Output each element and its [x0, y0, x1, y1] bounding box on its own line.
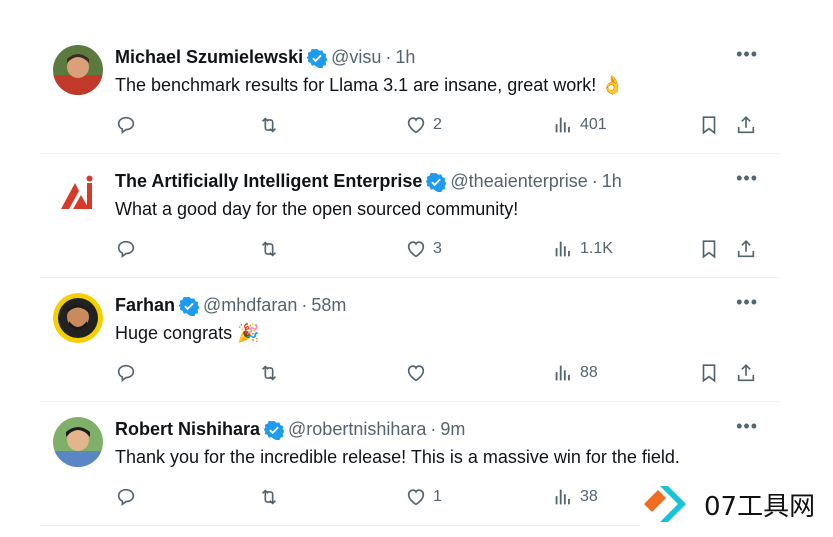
avatar[interactable] [53, 293, 103, 343]
share-icon [737, 116, 755, 134]
like-count: 2 [433, 116, 442, 133]
reply-icon [117, 116, 135, 134]
verified-badge-icon [307, 48, 328, 68]
reply-button[interactable] [115, 486, 137, 508]
share-button[interactable] [735, 238, 757, 260]
retweet-icon [261, 117, 277, 133]
timestamp[interactable]: 58m [311, 295, 346, 316]
heart-icon [407, 365, 425, 382]
heart-icon [407, 241, 425, 258]
like-button[interactable] [405, 362, 433, 384]
tweet[interactable]: Michael Szumielewski @visu · 1h ••• The … [40, 30, 780, 154]
tweet-header: Farhan @mhdfaran · 58m [115, 295, 346, 316]
avatar[interactable] [53, 169, 103, 219]
views-button[interactable]: 38 [552, 486, 598, 508]
bookmark-icon [702, 116, 716, 135]
tweet[interactable]: Farhan @mhdfaran · 58m ••• Huge congrats… [40, 278, 780, 402]
verified-badge-icon [426, 172, 447, 192]
author-name[interactable]: Robert Nishihara [115, 419, 260, 440]
share-button[interactable] [735, 114, 757, 136]
tweet-text: Thank you for the incredible release! Th… [115, 447, 680, 467]
like-count: 1 [433, 488, 442, 505]
heart-icon [407, 117, 425, 134]
share-icon [737, 364, 755, 382]
separator: · [430, 419, 437, 439]
views-icon [555, 117, 570, 133]
author-name[interactable]: Farhan [115, 295, 175, 316]
timestamp[interactable]: 1h [395, 47, 415, 68]
timestamp[interactable]: 9m [440, 419, 465, 440]
more-options-icon[interactable]: ••• [736, 416, 758, 437]
tweet[interactable]: The Artificially Intelligent Enterprise … [40, 154, 780, 278]
reply-button[interactable] [115, 362, 137, 384]
like-count: 3 [433, 240, 442, 257]
retweet-icon [261, 365, 277, 381]
tweet-header: Michael Szumielewski @visu · 1h [115, 47, 415, 68]
like-button[interactable]: 2 [405, 114, 442, 136]
bookmark-button[interactable] [698, 114, 720, 136]
retweet-icon [261, 241, 277, 257]
tweet-actions: 2 401 [115, 114, 765, 138]
more-options-icon[interactable]: ••• [736, 292, 758, 313]
views-button[interactable]: 401 [552, 114, 607, 136]
reply-icon [117, 240, 135, 258]
retweet-button[interactable] [258, 238, 280, 260]
bookmark-icon [702, 240, 716, 259]
view-count: 1.1K [580, 240, 613, 257]
share-button[interactable] [735, 362, 757, 384]
verified-badge-icon [264, 420, 285, 440]
retweet-button[interactable] [258, 114, 280, 136]
views-icon [555, 241, 570, 257]
view-count: 88 [580, 364, 598, 381]
views-icon [555, 489, 570, 505]
timestamp[interactable]: 1h [602, 171, 622, 192]
ai-logo-icon [53, 169, 103, 219]
views-button[interactable]: 1.1K [552, 238, 613, 260]
reply-icon [117, 488, 135, 506]
bookmark-button[interactable] [698, 362, 720, 384]
separator: · [385, 47, 392, 67]
separator: · [591, 171, 598, 191]
author-handle[interactable]: @robertnishihara [288, 419, 426, 440]
like-button[interactable]: 3 [405, 238, 442, 260]
author-name[interactable]: Michael Szumielewski [115, 47, 303, 68]
separator: · [301, 295, 308, 315]
author-handle[interactable]: @theaienterprise [450, 171, 587, 192]
reply-button[interactable] [115, 238, 137, 260]
watermark-logo-icon [644, 486, 686, 522]
reply-button[interactable] [115, 114, 137, 136]
tweet-header: Robert Nishihara @robertnishihara · 9m [115, 419, 465, 440]
author-handle[interactable]: @visu [331, 47, 381, 68]
tweet-header: The Artificially Intelligent Enterprise … [115, 171, 622, 192]
tweet-text: Huge congrats 🎉 [115, 323, 260, 343]
view-count: 38 [580, 488, 598, 505]
retweet-icon [261, 489, 277, 505]
heart-icon [407, 489, 425, 506]
avatar[interactable] [53, 417, 103, 467]
tweet-feed: Michael Szumielewski @visu · 1h ••• The … [40, 30, 780, 526]
share-icon [737, 240, 755, 258]
tweet-actions: 88 [115, 362, 765, 386]
retweet-button[interactable] [258, 362, 280, 384]
reply-icon [117, 364, 135, 382]
author-name[interactable]: The Artificially Intelligent Enterprise [115, 171, 422, 192]
bookmark-button[interactable] [698, 238, 720, 260]
avatar[interactable] [53, 45, 103, 95]
views-button[interactable]: 88 [552, 362, 598, 384]
tweet-text: What a good day for the open sourced com… [115, 199, 519, 219]
watermark: 07工具网 [640, 476, 830, 532]
watermark-text: 07工具网 [704, 491, 816, 522]
views-icon [555, 365, 570, 381]
view-count: 401 [580, 116, 607, 133]
tweet-actions: 3 1.1K [115, 238, 765, 262]
bookmark-icon [702, 364, 716, 383]
more-options-icon[interactable]: ••• [736, 44, 758, 65]
more-options-icon[interactable]: ••• [736, 168, 758, 189]
like-button[interactable]: 1 [405, 486, 442, 508]
tweet-text: The benchmark results for Llama 3.1 are … [115, 75, 624, 95]
author-handle[interactable]: @mhdfaran [203, 295, 297, 316]
verified-badge-icon [179, 296, 200, 316]
retweet-button[interactable] [258, 486, 280, 508]
